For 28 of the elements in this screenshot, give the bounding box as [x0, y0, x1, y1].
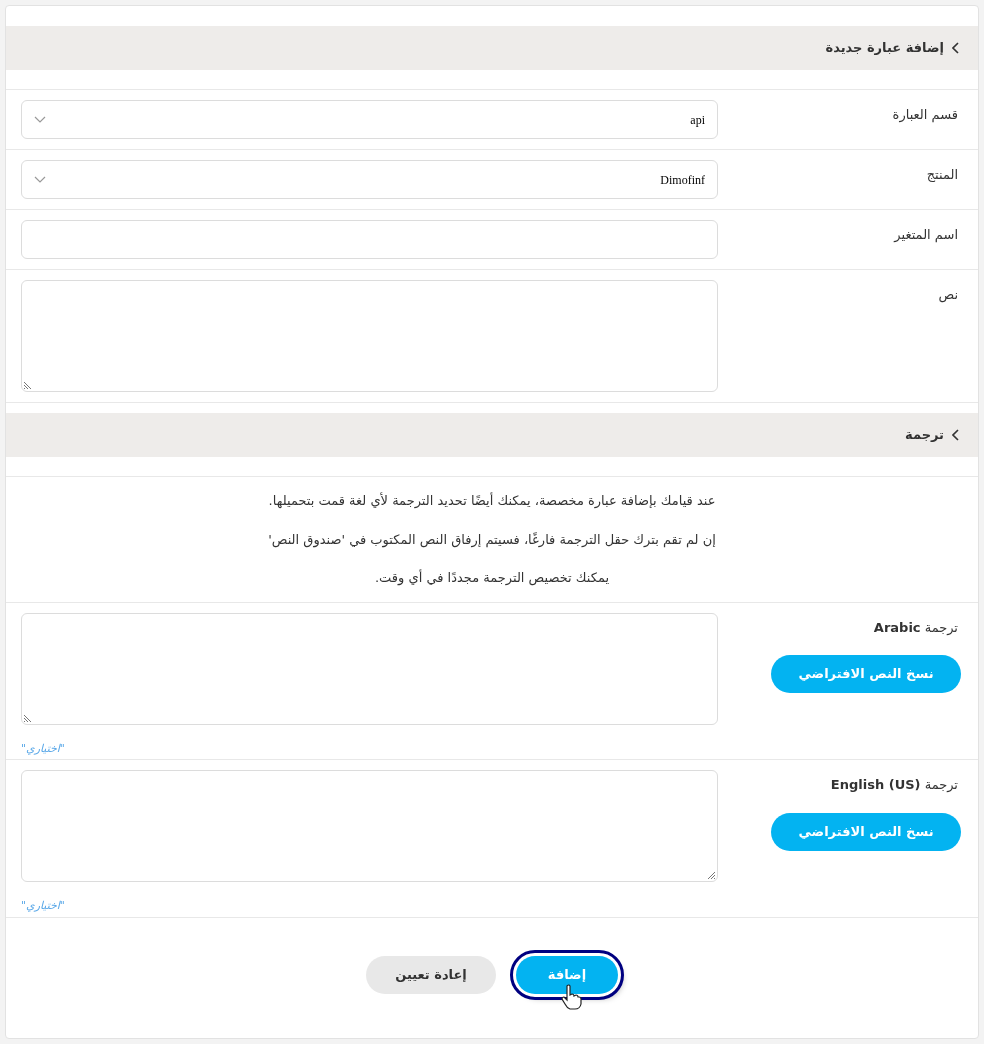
reset-button[interactable]: إعادة تعيين — [366, 955, 496, 994]
field-label: المنتج — [925, 166, 958, 184]
text-area-field[interactable] — [21, 280, 718, 392]
section-title: إضافة عبارة جديدة — [825, 39, 944, 58]
text-area-field[interactable] — [21, 612, 718, 725]
section-title: ترجمة — [905, 426, 944, 445]
dropdown-field[interactable]: Dimofinf — [21, 160, 718, 199]
text-input-field[interactable] — [21, 220, 718, 259]
field-label: اسم المتغير — [892, 226, 958, 245]
dropdown-field[interactable]: api — [21, 100, 718, 139]
info-text: عند قيامك بإضافة عبارة مخصصة، يمكنك أيضًا تحديد الترجمة لأي لغة قمت بتحميلها. — [268, 491, 716, 511]
info-text: إن لم تقم بترك حقل الترجمة فارغًا، فسيتم إرفاق النص المكتوب في 'صندوق النص' — [268, 530, 716, 549]
field-label: قسم العبارة — [891, 106, 958, 125]
text-area-field[interactable] — [21, 770, 718, 882]
optional-hint: "اختياري" — [21, 740, 66, 757]
chevron-left-icon — [952, 42, 960, 54]
optional-hint: "اختياري" — [21, 898, 66, 914]
chevron-down-icon — [34, 115, 46, 124]
field-label: نص — [937, 286, 958, 305]
chevron-down-icon — [34, 175, 46, 184]
resize-grip-icon — [707, 871, 715, 879]
resize-grip-icon — [24, 381, 32, 389]
chevron-left-icon — [952, 429, 960, 441]
hand-cursor-icon — [560, 983, 582, 1010]
resize-grip-icon — [24, 713, 32, 722]
section-header[interactable]: إضافة عبارة جديدة — [6, 26, 978, 70]
info-text: يمكنك تخصيص الترجمة مجددًا في أي وقت. — [374, 568, 610, 588]
section-header[interactable]: ترجمة — [6, 413, 978, 457]
